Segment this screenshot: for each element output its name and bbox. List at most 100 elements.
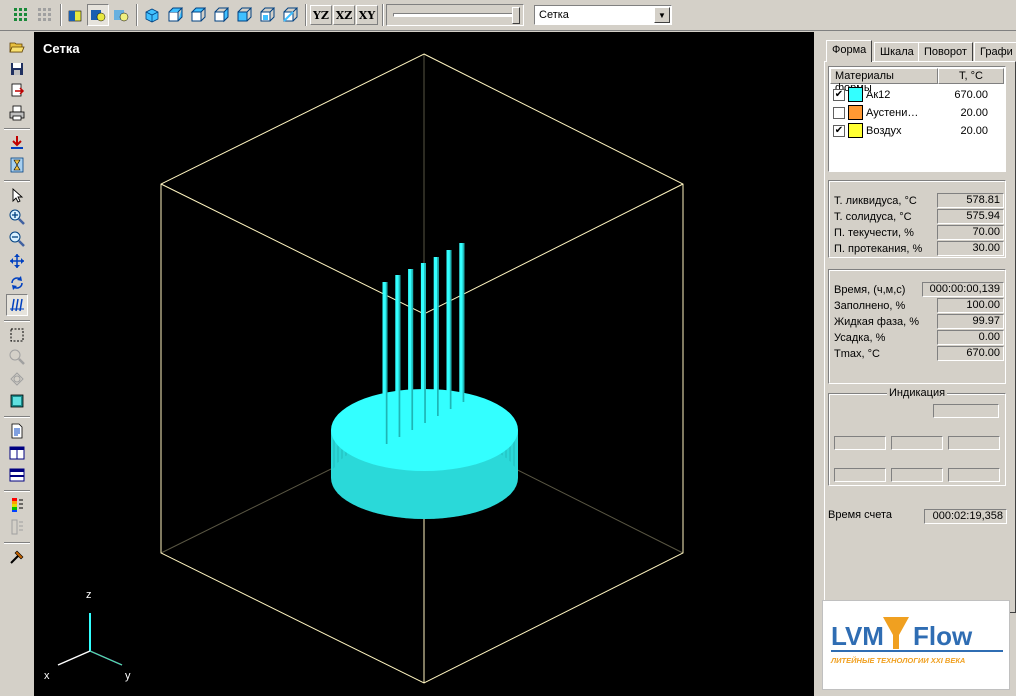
list-item[interactable]: Аустени… 20.00: [830, 104, 1004, 122]
cube-view-7-icon[interactable]: [279, 4, 301, 26]
state-label: Tmax, °C: [834, 348, 880, 360]
cube-view-4-icon[interactable]: [210, 4, 232, 26]
list-item[interactable]: ✔ Ак12 670.00: [830, 86, 1004, 104]
display-mode-select[interactable]: Сетка ▼: [534, 5, 672, 25]
view-yz-button[interactable]: YZ: [310, 5, 332, 25]
indicator-box: [834, 436, 886, 450]
3d-viewport[interactable]: Сетка z x y: [34, 32, 814, 696]
properties-panel: Форма Шкала Поворот Графи Материалы форм…: [816, 32, 1016, 696]
prop-value: 30.00: [937, 241, 1004, 256]
material-color-swatch: [848, 123, 863, 138]
indicator-box: [834, 468, 886, 482]
save-disk-icon[interactable]: [6, 58, 28, 80]
transparent-view-icon[interactable]: [110, 4, 132, 26]
scale-disabled-icon[interactable]: [6, 516, 28, 538]
prop-value: 575.94: [937, 209, 1004, 224]
section-planes-icon[interactable]: [6, 294, 28, 316]
color-scale-icon[interactable]: [6, 494, 28, 516]
casting-rod: [459, 243, 465, 402]
prop-label: П. текучести, %: [834, 227, 914, 239]
logo-funnel-icon: [883, 617, 909, 649]
cube-view-1-icon[interactable]: [141, 4, 163, 26]
material-color-swatch: [848, 105, 863, 120]
mesh-grid-icon[interactable]: [10, 4, 32, 26]
calc-time-value: 000:02:19,358: [924, 509, 1007, 524]
zoom-out-icon[interactable]: [6, 228, 28, 250]
left-toolbar: [0, 32, 34, 696]
indicator-box: [891, 468, 943, 482]
display-mode-value: Сетка: [539, 9, 569, 21]
chevron-down-icon[interactable]: ▼: [654, 7, 670, 23]
logo-tagline: ЛИТЕЙНЫЕ ТЕХНОЛОГИИ XXI ВЕКА: [830, 656, 965, 665]
split-vertical-icon[interactable]: [6, 442, 28, 464]
material-checkbox[interactable]: ✔: [833, 125, 845, 137]
indication-group: Индикация: [828, 387, 1006, 486]
logo-text-left: LVM: [831, 621, 884, 651]
scene-canvas: z x y: [44, 53, 684, 684]
load-arrows-icon[interactable]: [6, 132, 28, 154]
split-horizontal-icon[interactable]: [6, 464, 28, 486]
tab-form[interactable]: Форма: [826, 40, 873, 62]
state-value: 100.00: [937, 298, 1004, 313]
material-name: Воздух: [866, 125, 902, 137]
fill-view-icon[interactable]: [6, 390, 28, 412]
tab-scale[interactable]: Шкала: [874, 42, 920, 62]
list-item[interactable]: ✔ Воздух 20.00: [830, 122, 1004, 140]
axis-triad: [57, 613, 123, 666]
view-xz-button[interactable]: XZ: [333, 5, 355, 25]
report-page-icon[interactable]: [6, 420, 28, 442]
axis-z-label: z: [86, 589, 92, 601]
lvmflow-logo: LVM Flow ЛИТЕЙНЫЕ ТЕХНОЛОГИИ XXI ВЕКА: [822, 600, 1010, 690]
material-name: Аустени…: [866, 107, 919, 119]
state-label: Жидкая фаза, %: [834, 316, 920, 328]
settings-tool-icon[interactable]: [6, 546, 28, 568]
indication-title: Индикация: [886, 387, 948, 399]
open-folder-icon[interactable]: [6, 36, 28, 58]
tab-graphs[interactable]: Графи: [974, 42, 1016, 62]
state-value: 000:00:00,139: [922, 282, 1004, 297]
zoom-in-icon[interactable]: [6, 206, 28, 228]
section-slider[interactable]: [386, 4, 524, 26]
indicator-box: [948, 436, 1000, 450]
hourglass-icon[interactable]: [6, 154, 28, 176]
shaded-view-icon[interactable]: [87, 4, 109, 26]
calc-time-label: Время счета: [828, 509, 893, 521]
materials-list[interactable]: Материалы формы T, °C ✔ Ак12 670.00 Ауст…: [828, 66, 1006, 172]
view-xy-button[interactable]: XY: [356, 5, 378, 25]
panel-tabs: Форма Шкала Поворот Графи: [824, 40, 1016, 62]
prop-label: П. протекания, %: [834, 243, 923, 255]
mesh-grid-disabled-icon[interactable]: [34, 4, 56, 26]
pan-icon[interactable]: [6, 250, 28, 272]
cube-view-3-icon[interactable]: [187, 4, 209, 26]
cube-view-6-icon[interactable]: [256, 4, 278, 26]
pointer-icon[interactable]: [6, 184, 28, 206]
mesh-disabled-icon[interactable]: [6, 368, 28, 390]
indicator-box: [948, 468, 1000, 482]
zoom-region-disabled-icon[interactable]: [6, 346, 28, 368]
casting-rod: [382, 282, 388, 444]
axis-x-label: x: [44, 670, 50, 682]
prop-label: Т. солидуса, °С: [834, 211, 912, 223]
state-label: Время, (ч,м,с): [834, 284, 906, 296]
material-name: Ак12: [866, 89, 891, 101]
col-temp-header[interactable]: T, °C: [938, 68, 1004, 84]
material-temp: 20.00: [960, 107, 988, 119]
material-checkbox[interactable]: [833, 107, 845, 119]
material-temp: 20.00: [960, 125, 988, 137]
state-value: 99.97: [937, 314, 1004, 329]
state-label: Усадка, %: [834, 332, 886, 344]
cube-view-5-icon[interactable]: [233, 4, 255, 26]
casting-rod: [446, 250, 452, 409]
solid-view-icon[interactable]: [64, 4, 86, 26]
material-checkbox[interactable]: ✔: [833, 89, 845, 101]
state-value: 0.00: [937, 330, 1004, 345]
cube-view-2-icon[interactable]: [164, 4, 186, 26]
select-region-icon[interactable]: [6, 324, 28, 346]
col-materials-header[interactable]: Материалы формы: [830, 68, 938, 94]
prop-value: 70.00: [937, 225, 1004, 240]
export-icon[interactable]: [6, 80, 28, 102]
tab-rotation[interactable]: Поворот: [918, 42, 973, 62]
slider-thumb[interactable]: [512, 7, 520, 24]
rotate-icon[interactable]: [6, 272, 28, 294]
print-icon[interactable]: [6, 102, 28, 124]
